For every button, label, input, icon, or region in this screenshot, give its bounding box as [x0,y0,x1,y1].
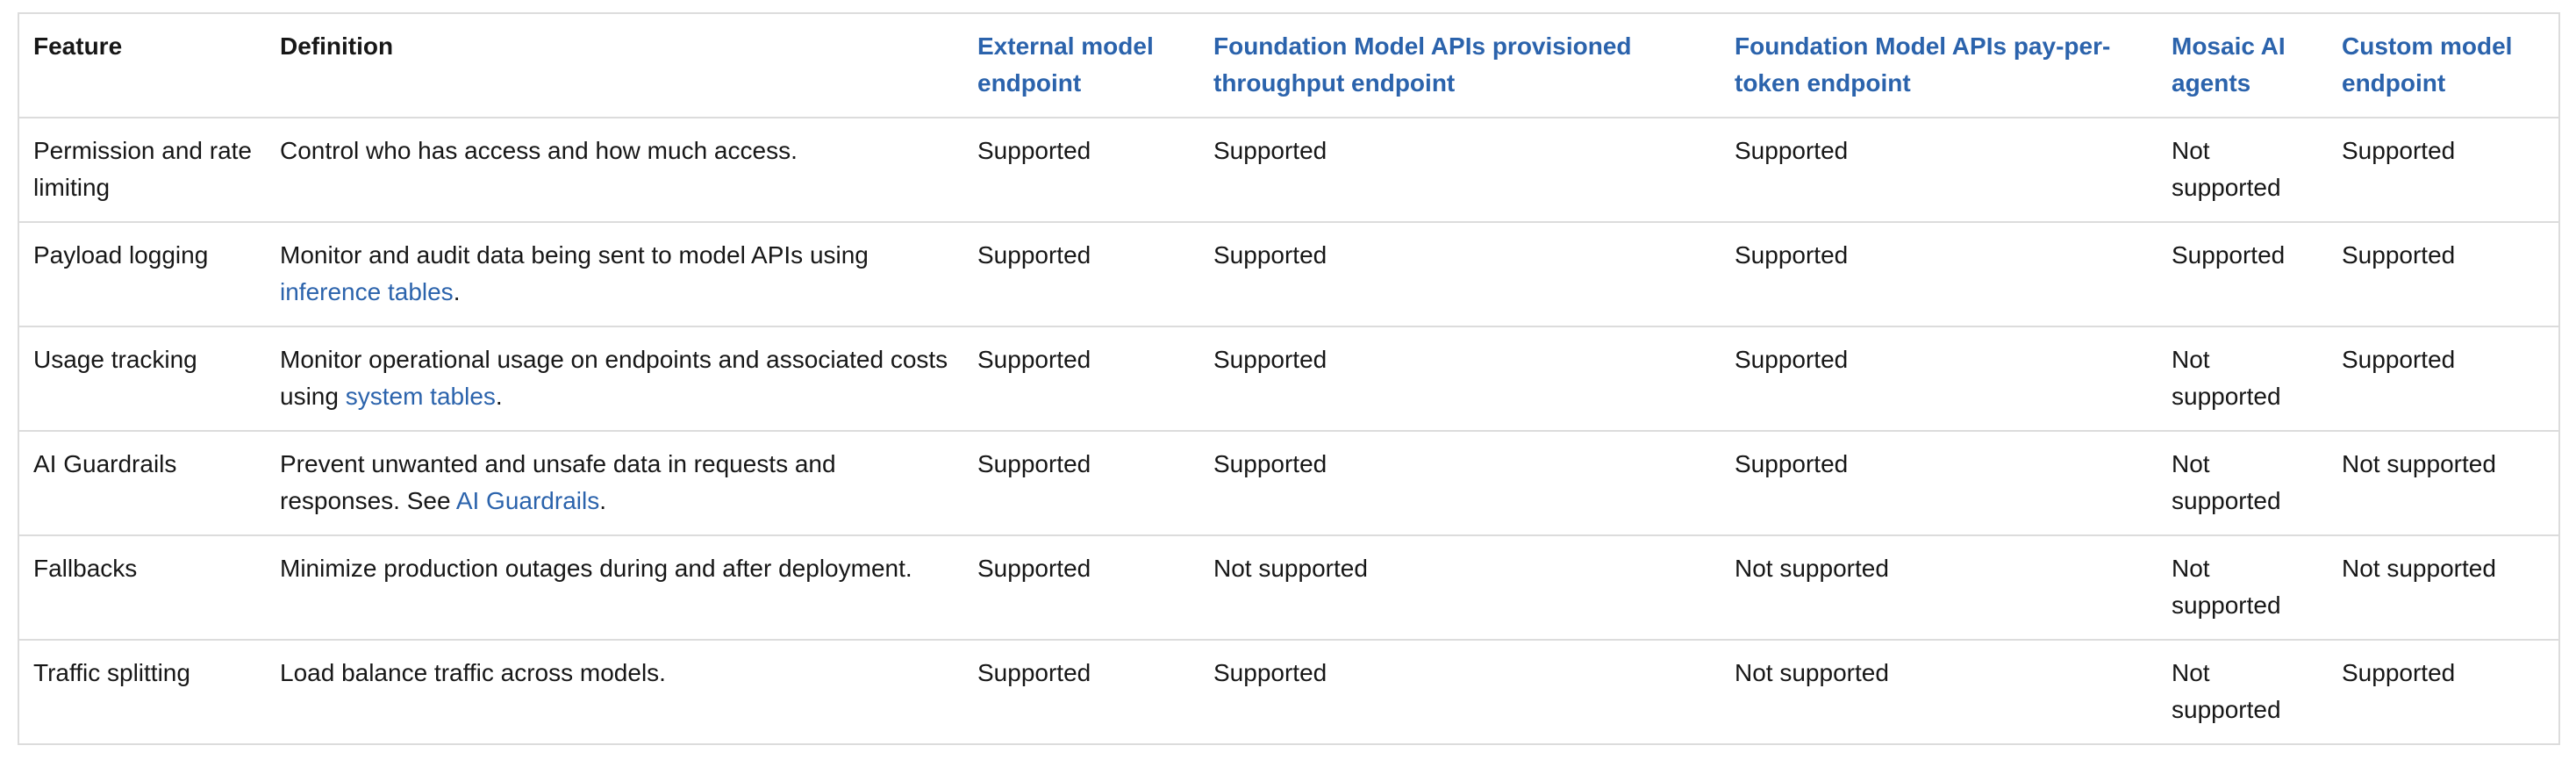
table-row: AI Guardrails Prevent unwanted and unsaf… [18,431,2559,536]
feature-cell: Usage tracking [18,326,266,432]
support-cell: Supported [2328,326,2559,432]
column-header-definition[interactable]: Definition [266,13,963,118]
support-cell: Supported [1199,118,1721,223]
support-cell: Supported [963,431,1199,536]
support-cell: Supported [2157,222,2328,327]
support-cell: Supported [1721,118,2157,223]
support-cell: Not supported [2157,640,2328,745]
definition-text: Control who has access and how much acce… [280,137,798,164]
feature-cell: Fallbacks [18,535,266,641]
support-cell: Not supported [2328,431,2559,536]
support-cell: Supported [963,222,1199,327]
feature-comparison-table: Feature Definition External model endpoi… [18,12,2560,745]
definition-text: Load balance traffic across models. [280,659,666,686]
table-row: Usage tracking Monitor operational usage… [18,326,2559,432]
support-cell: Not supported [2328,535,2559,641]
support-cell: Supported [2328,222,2559,327]
support-cell: Supported [963,118,1199,223]
definition-cell: Minimize production outages during and a… [266,535,963,641]
support-cell: Not supported [2157,535,2328,641]
support-cell: Not supported [1721,535,2157,641]
support-cell: Not supported [1721,640,2157,745]
support-cell: Supported [963,326,1199,432]
system-tables-link[interactable]: system tables [346,383,496,410]
support-cell: Supported [1721,431,2157,536]
feature-comparison-table-container: Feature Definition External model endpoi… [18,12,2560,745]
support-cell: Supported [1721,326,2157,432]
feature-cell: AI Guardrails [18,431,266,536]
table-row: Traffic splitting Load balance traffic a… [18,640,2559,745]
support-cell: Supported [1199,640,1721,745]
support-cell: Not supported [2157,326,2328,432]
column-header-external-model[interactable]: External model endpoint [963,13,1199,118]
support-cell: Supported [963,535,1199,641]
definition-suffix: . [599,487,606,514]
support-cell: Supported [1199,326,1721,432]
support-cell: Supported [2328,640,2559,745]
support-cell: Supported [1199,431,1721,536]
support-cell: Not supported [2157,431,2328,536]
definition-cell: Load balance traffic across models. [266,640,963,745]
table-body: Permission and rate limiting Control who… [18,118,2559,745]
definition-cell: Prevent unwanted and unsafe data in requ… [266,431,963,536]
definition-cell: Control who has access and how much acce… [266,118,963,223]
inference-tables-link[interactable]: inference tables [280,278,454,305]
table-row: Payload logging Monitor and audit data b… [18,222,2559,327]
definition-text: Monitor and audit data being sent to mod… [280,241,869,269]
definition-suffix: . [495,383,503,410]
support-cell: Supported [1721,222,2157,327]
definition-text: Minimize production outages during and a… [280,555,912,582]
table-header: Feature Definition External model endpoi… [18,13,2559,118]
support-cell: Supported [2328,118,2559,223]
column-header-provisioned-throughput[interactable]: Foundation Model APIs provisioned throug… [1199,13,1721,118]
header-row: Feature Definition External model endpoi… [18,13,2559,118]
feature-cell: Permission and rate limiting [18,118,266,223]
support-cell: Supported [963,640,1199,745]
support-cell: Supported [1199,222,1721,327]
table-row: Fallbacks Minimize production outages du… [18,535,2559,641]
column-header-mosaic-ai-agents[interactable]: Mosaic AI agents [2157,13,2328,118]
definition-cell: Monitor operational usage on endpoints a… [266,326,963,432]
column-header-feature[interactable]: Feature [18,13,266,118]
definition-suffix: . [453,278,461,305]
table-row: Permission and rate limiting Control who… [18,118,2559,223]
feature-cell: Payload logging [18,222,266,327]
support-cell: Not supported [2157,118,2328,223]
support-cell: Not supported [1199,535,1721,641]
column-header-custom-model[interactable]: Custom model endpoint [2328,13,2559,118]
column-header-pay-per-token[interactable]: Foundation Model APIs pay-per-token endp… [1721,13,2157,118]
feature-cell: Traffic splitting [18,640,266,745]
definition-cell: Monitor and audit data being sent to mod… [266,222,963,327]
ai-guardrails-link[interactable]: AI Guardrails [456,487,599,514]
